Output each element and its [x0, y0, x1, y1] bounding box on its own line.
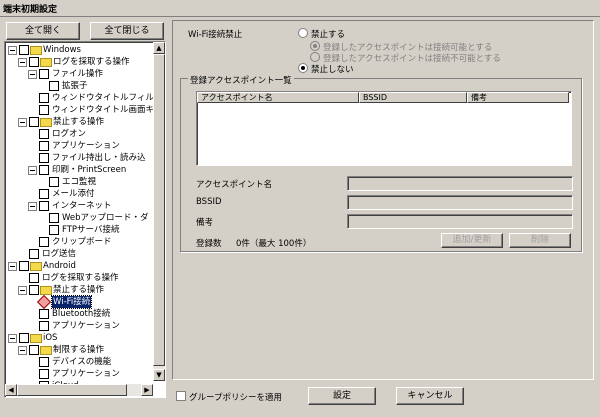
title-bar: 端末初期設定	[0, 0, 600, 17]
radio-prohibit-label: 禁止する	[311, 30, 346, 40]
tree-checkbox[interactable]	[39, 201, 49, 211]
tree-checkbox[interactable]	[29, 57, 39, 67]
tree-checkbox[interactable]	[39, 141, 49, 151]
column-header-ap-name[interactable]: アクセスポイント名	[197, 92, 359, 103]
radio-prohibit[interactable]	[298, 28, 308, 38]
bssid-label: BSSID	[196, 197, 222, 207]
tree-checkbox[interactable]	[39, 357, 49, 367]
warning-icon	[36, 294, 52, 310]
tree-checkbox[interactable]	[39, 309, 49, 319]
radio-allow-label: 禁止しない	[311, 65, 354, 75]
tree-checkbox[interactable]	[39, 165, 49, 175]
collapse-icon[interactable]	[8, 46, 17, 55]
tree-vertical-scrollbar[interactable]: ▲ ▼	[153, 42, 165, 381]
tree-checkbox[interactable]	[39, 369, 49, 379]
tree-checkbox[interactable]	[39, 153, 49, 163]
count-label: 登録数	[196, 239, 222, 249]
tree-checkbox[interactable]	[19, 333, 29, 343]
collapse-icon[interactable]	[8, 334, 17, 343]
access-point-list[interactable]: アクセスポイント名 BSSID 備考	[196, 91, 572, 166]
expand-all-button[interactable]: 全て開く	[6, 22, 80, 40]
tree-checkbox[interactable]	[39, 321, 49, 331]
collapse-all-button[interactable]: 全て閉じる	[90, 22, 164, 40]
ap-name-label: アクセスポイント名	[196, 180, 273, 190]
tree-checkbox[interactable]	[29, 345, 39, 355]
tree-checkbox[interactable]	[49, 213, 59, 223]
tree-checkbox[interactable]	[29, 249, 39, 259]
tree-checkbox[interactable]	[39, 93, 49, 103]
tree-checkbox[interactable]	[49, 225, 59, 235]
scroll-up-arrow-icon[interactable]: ▲	[153, 42, 165, 54]
tree-checkbox[interactable]	[29, 117, 39, 127]
tree-checkbox[interactable]	[39, 69, 49, 79]
scroll-thumb[interactable]	[153, 54, 165, 366]
tree-checkbox[interactable]	[39, 189, 49, 199]
collapse-icon[interactable]	[28, 166, 37, 175]
collapse-icon[interactable]	[18, 118, 27, 127]
folder-icon	[30, 334, 42, 343]
column-header-bssid[interactable]: BSSID	[359, 92, 467, 103]
settings-tree[interactable]: Windows ログを採取する操作 ファイル操作 拡張子 ウィンドウタイトルフィ…	[4, 41, 166, 398]
scroll-right-arrow-icon[interactable]: ▶	[141, 384, 153, 396]
folder-icon	[40, 58, 52, 67]
column-header-note[interactable]: 備考	[467, 92, 569, 103]
tree-checkbox[interactable]	[19, 45, 29, 55]
folder-icon	[40, 286, 52, 295]
count-value: 0件（最大 100件）	[236, 239, 312, 249]
collapse-icon[interactable]	[18, 346, 27, 355]
radio-registered-denied[interactable]	[310, 52, 320, 62]
collapse-icon[interactable]	[18, 58, 27, 67]
collapse-icon[interactable]	[28, 202, 37, 211]
cancel-button[interactable]: キャンセル	[396, 387, 464, 405]
tree-checkbox[interactable]	[29, 285, 39, 295]
radio-allow[interactable]	[298, 63, 308, 73]
tree-horizontal-scrollbar[interactable]: ◀ ▶	[5, 384, 153, 396]
group-policy-checkbox[interactable]	[176, 391, 186, 401]
folder-icon	[30, 46, 42, 55]
tree-checkbox[interactable]	[39, 237, 49, 247]
folder-icon	[40, 346, 52, 355]
tree-checkbox[interactable]	[49, 81, 59, 91]
tree-checkbox[interactable]	[39, 129, 49, 139]
tree-checkbox[interactable]	[49, 177, 59, 187]
add-update-button[interactable]: 追加/更新	[441, 233, 503, 248]
radio-registered-allowed[interactable]	[310, 41, 320, 51]
folder-icon	[30, 262, 42, 271]
folder-icon	[40, 118, 52, 127]
tree-checkbox[interactable]	[29, 273, 39, 283]
window-title: 端末初期設定	[3, 5, 58, 15]
collapse-icon[interactable]	[8, 262, 17, 271]
collapse-icon[interactable]	[18, 286, 27, 295]
note-label: 備考	[196, 218, 214, 228]
tree-checkbox[interactable]	[19, 261, 29, 271]
ok-button[interactable]: 設定	[308, 387, 376, 405]
delete-button[interactable]: 削除	[509, 233, 571, 248]
scroll-thumb[interactable]	[17, 384, 127, 396]
group-policy-label: グループポリシーを適用	[189, 393, 282, 403]
tree-checkbox[interactable]	[39, 105, 49, 115]
bssid-input[interactable]	[347, 195, 573, 210]
ap-name-input[interactable]	[347, 176, 573, 191]
scroll-left-arrow-icon[interactable]: ◀	[5, 384, 17, 396]
access-point-group-title: 登録アクセスポイント一覧	[188, 74, 294, 86]
wifi-prohibit-label: Wi-Fi接続禁止	[188, 30, 243, 40]
scroll-down-arrow-icon[interactable]: ▼	[153, 369, 165, 381]
collapse-icon[interactable]	[28, 70, 37, 79]
note-input[interactable]	[347, 214, 573, 229]
